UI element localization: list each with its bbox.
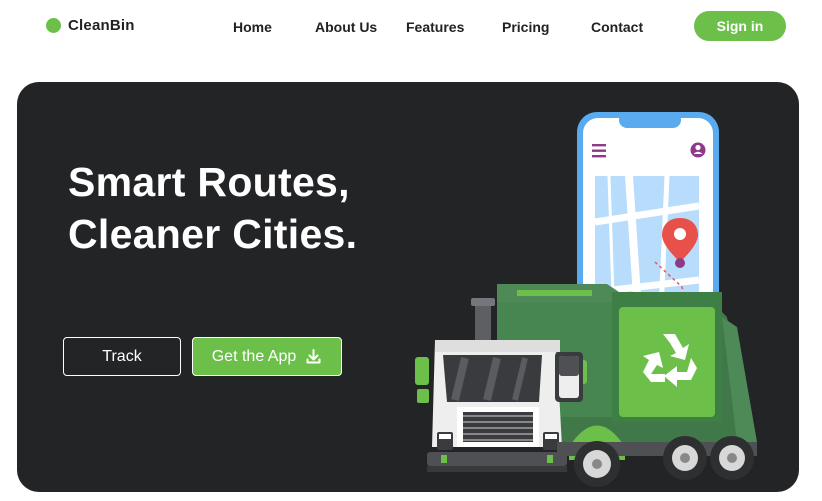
hero-headline: Smart Routes, Cleaner Cities. bbox=[68, 156, 357, 260]
get-the-app-label: Get the App bbox=[211, 347, 297, 365]
get-the-app-button[interactable]: Get the App bbox=[192, 337, 342, 376]
download-icon bbox=[306, 349, 321, 364]
garbage-truck-illustration bbox=[415, 284, 757, 487]
truck-wheel bbox=[663, 436, 707, 480]
hero-illustration bbox=[415, 112, 757, 487]
nav-link-about-us[interactable]: About Us bbox=[315, 19, 377, 35]
track-button[interactable]: Track bbox=[63, 337, 181, 376]
nav-link-home[interactable]: Home bbox=[233, 19, 272, 35]
nav-link-features[interactable]: Features bbox=[406, 19, 464, 35]
hero-banner: Smart Routes, Cleaner Cities. Track Get … bbox=[17, 82, 799, 492]
nav-link-pricing[interactable]: Pricing bbox=[502, 19, 549, 35]
sign-in-button[interactable]: Sign in bbox=[694, 11, 786, 41]
brand-logo[interactable]: CleanBin bbox=[46, 17, 135, 34]
track-button-label: Track bbox=[102, 347, 142, 365]
brand-name: CleanBin bbox=[68, 17, 135, 34]
hero-headline-line-1: Smart Routes, bbox=[68, 159, 350, 205]
nav-link-contact[interactable]: Contact bbox=[591, 19, 643, 35]
logo-dot-icon bbox=[46, 18, 61, 33]
user-icon bbox=[690, 142, 706, 158]
menu-icon bbox=[592, 144, 606, 158]
truck-wheel bbox=[574, 441, 620, 487]
truck-wheel bbox=[710, 436, 754, 480]
hero-headline-line-2: Cleaner Cities. bbox=[68, 211, 358, 257]
top-navbar: CleanBin Home About Us Features Pricing … bbox=[0, 0, 822, 56]
